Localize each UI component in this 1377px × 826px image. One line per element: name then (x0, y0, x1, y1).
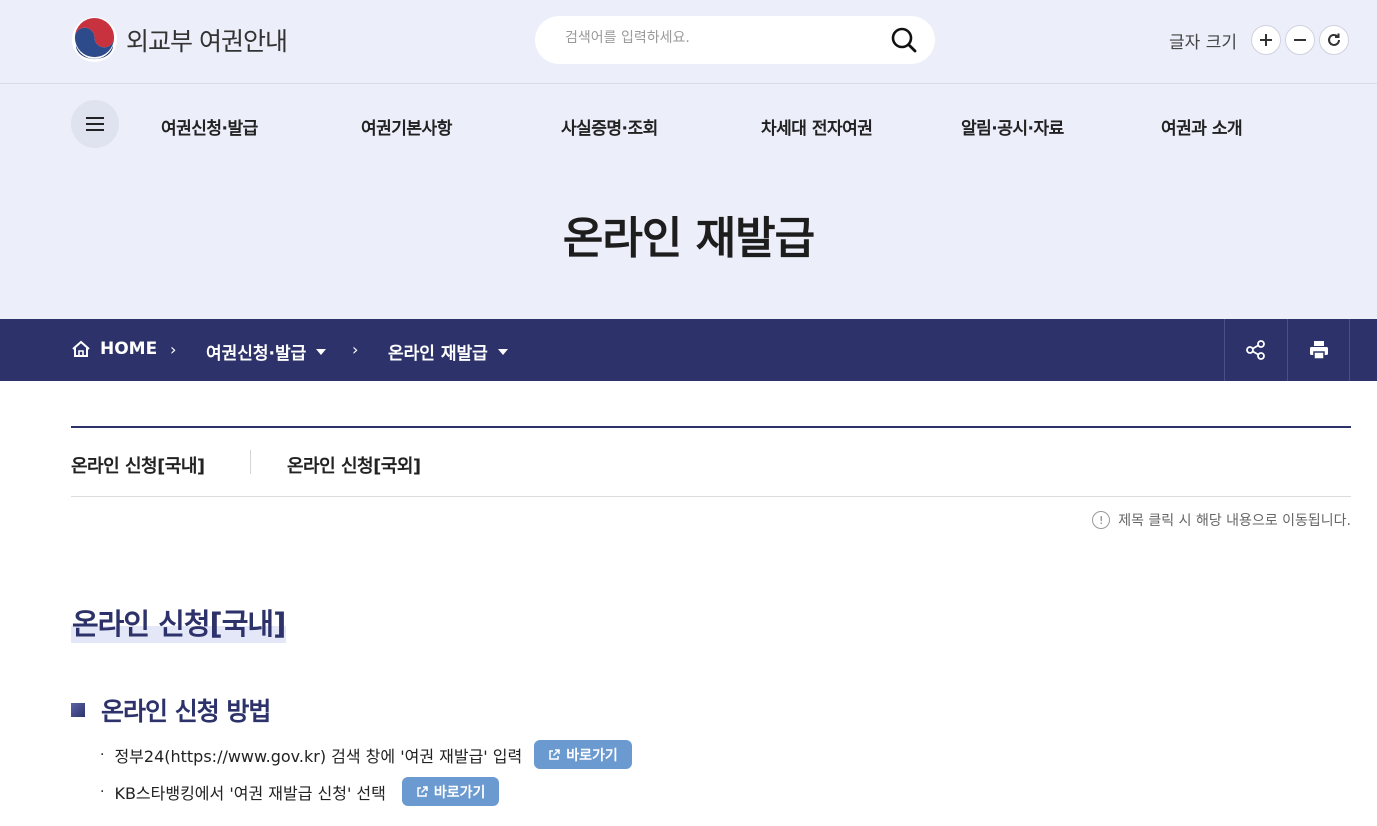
kb-link-label: 바로가기 (433, 784, 486, 801)
info-icon: ! (1092, 511, 1111, 529)
search-icon (891, 27, 917, 53)
section-title: 온라인 신청[국내] (71, 601, 286, 643)
external-link-icon (417, 785, 428, 797)
gov24-link-label: 바로가기 (566, 747, 618, 764)
search-button[interactable] (889, 26, 919, 56)
list-item: · KB스타뱅킹에서 '여권 재발급 신청' 선택 바로가기 (100, 777, 500, 806)
bullet-dot-icon: · (100, 746, 105, 763)
plus-icon (1260, 34, 1272, 46)
list-item-text: KB스타뱅킹에서 '여권 재발급 신청' 선택 (114, 783, 386, 803)
print-button[interactable] (1287, 319, 1350, 381)
breadcrumb-home[interactable]: HOME (71, 339, 157, 359)
breadcrumb-level1[interactable]: 여권신청·발급 (206, 339, 327, 364)
sub-title: 온라인 신청 방법 (71, 692, 271, 728)
tab-domestic[interactable]: 온라인 신청[국내] (71, 452, 205, 478)
sub-title-label: 온라인 신청 방법 (101, 697, 271, 726)
gnb-item-certificate[interactable]: 사실증명·조회 (561, 114, 658, 139)
notice-label: 제목 클릭 시 해당 내용으로 이동됩니다. (1118, 513, 1351, 529)
chevron-right-icon: › (352, 340, 359, 359)
square-bullet-icon (71, 703, 85, 717)
list-item-text: 정부24(https://www.gov.kr) 검색 창에 '여권 재발급' … (114, 746, 523, 766)
page-title: 온라인 재발급 (562, 213, 815, 264)
all-menu-button[interactable] (71, 100, 119, 148)
top-bar: 외교부 여권안내 글자 크기 (0, 0, 1377, 84)
tab-overseas[interactable]: 온라인 신청[국외] (287, 452, 421, 478)
kb-link-button[interactable]: 바로가기 (401, 777, 500, 806)
breadcrumb-level1-label: 여권신청·발급 (206, 344, 307, 364)
search-box (535, 16, 935, 64)
breadcrumb-level2[interactable]: 온라인 재발급 (388, 339, 508, 364)
bullet-dot-icon: · (100, 783, 105, 800)
header-hero: 외교부 여권안내 글자 크기 (0, 0, 1377, 319)
minus-icon (1294, 39, 1306, 41)
taegeuk-logo-icon (71, 16, 118, 63)
font-size-controls: 글자 크기 (1169, 25, 1349, 55)
breadcrumb-home-label: HOME (100, 339, 158, 359)
share-icon (1246, 340, 1265, 360)
font-increase-button[interactable] (1251, 25, 1281, 55)
notice-text: ! 제목 클릭 시 해당 내용으로 이동됩니다. (1092, 510, 1351, 530)
gnb-item-notice[interactable]: 알림·공시·자료 (961, 114, 1064, 139)
gnb-item-basics[interactable]: 여권기본사항 (361, 114, 452, 139)
tab-divider (250, 450, 251, 474)
home-icon (72, 340, 90, 357)
caret-down-icon (497, 348, 508, 355)
font-decrease-button[interactable] (1285, 25, 1315, 55)
font-size-label: 글자 크기 (1169, 32, 1237, 53)
gov24-link-button[interactable]: 바로가기 (534, 740, 632, 769)
print-icon (1309, 341, 1328, 360)
site-logo[interactable]: 외교부 여권안내 (71, 16, 288, 63)
share-button[interactable] (1224, 319, 1287, 381)
font-reset-button[interactable] (1319, 25, 1349, 55)
content-tabs: 온라인 신청[국내] 온라인 신청[국외] (71, 426, 1351, 497)
search-input[interactable] (565, 30, 885, 46)
refresh-icon (1328, 33, 1340, 46)
main-navigation: 여권신청·발급 여권기본사항 사실증명·조회 차세대 전자여권 알림·공시·자료… (71, 100, 1377, 150)
gnb-item-about[interactable]: 여권과 소개 (1161, 114, 1243, 139)
gnb-item-apply[interactable]: 여권신청·발급 (161, 114, 258, 139)
site-title: 외교부 여권안내 (126, 26, 288, 56)
list-item: · 정부24(https://www.gov.kr) 검색 창에 '여권 재발급… (100, 740, 632, 769)
breadcrumb: HOME › 여권신청·발급 › 온라인 재발급 (0, 319, 1377, 381)
breadcrumb-level2-label: 온라인 재발급 (388, 344, 488, 364)
gnb-item-epassport[interactable]: 차세대 전자여권 (761, 114, 873, 139)
hamburger-icon (86, 117, 104, 131)
caret-down-icon (316, 348, 327, 355)
external-link-icon (549, 748, 560, 760)
chevron-right-icon: › (170, 340, 177, 359)
